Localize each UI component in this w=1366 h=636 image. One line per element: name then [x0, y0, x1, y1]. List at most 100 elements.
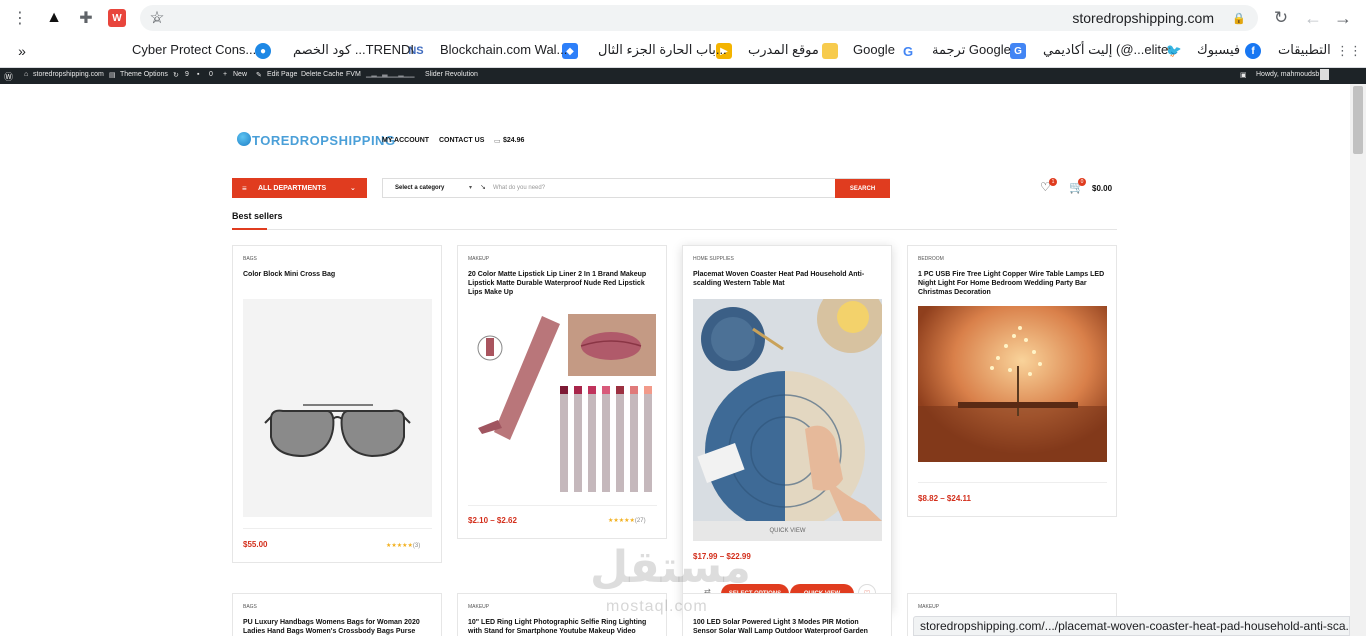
search-form: Select a category ▾ ↘ What do you need? [382, 178, 890, 198]
product-price: $8.82 – $24.11 [918, 494, 971, 503]
wp-pencil-icon: ✎ [256, 72, 262, 79]
extension-a-icon[interactable]: ▲ [44, 8, 64, 28]
cart-total[interactable]: $0.00 [1092, 184, 1112, 193]
bookmark-google[interactable]: Google [853, 42, 895, 57]
product-image[interactable] [468, 310, 657, 500]
product-image[interactable] [918, 306, 1107, 462]
page-scrollbar[interactable] [1350, 84, 1366, 636]
facebook-icon: f [1245, 43, 1261, 59]
product-category[interactable]: HOME SUPPLIES [693, 256, 734, 262]
product-category[interactable]: BEDROOM [918, 256, 944, 262]
extension-w-icon[interactable]: W [108, 9, 126, 27]
wp-delete-cache[interactable]: Delete Cache [301, 71, 343, 78]
category-select[interactable]: Select a category [395, 185, 444, 191]
product-title[interactable]: Color Block Mini Cross Bag [243, 270, 433, 279]
product-price: $2.10 – $2.62 [468, 516, 517, 525]
product-category[interactable]: MAKEUP [918, 604, 939, 610]
wp-new[interactable]: New [233, 71, 247, 78]
bookmark-elite[interactable]: إليت أكاديمي (@...elite [1043, 42, 1168, 58]
reload-icon[interactable]: ↻ [1270, 8, 1292, 28]
search-input[interactable]: What do you need? [493, 185, 545, 191]
wp-admin-bar: Ⓦ ⌂ storedropshipping.com ▤ Theme Option… [0, 68, 1366, 84]
forward-arrow-icon[interactable]: ← [1302, 8, 1324, 28]
product-card[interactable]: BEDROOM 1 PC USB Fire Tree Light Copper … [907, 245, 1117, 517]
bookmark-bab-alhara[interactable]: باب الحارة الجزء الثال... [598, 42, 727, 58]
bookmark-google-translate[interactable]: ترجمة Google [932, 42, 1011, 58]
chevron-down-icon: ⌄ [350, 185, 356, 192]
wp-home-icon: ⌂ [24, 71, 29, 78]
lipstick-tubes [560, 386, 652, 492]
extensions-puzzle-icon[interactable]: ✚ [76, 8, 96, 28]
logo-globe-icon[interactable] [237, 132, 251, 146]
product-title[interactable]: 100 LED Solar Powered Light 3 Modes PIR … [693, 618, 883, 636]
product-category[interactable]: BAGS [243, 256, 257, 262]
section-title[interactable]: Best sellers [232, 211, 283, 221]
url-text: storedropshipping.com [1072, 10, 1214, 26]
product-category[interactable]: MAKEUP [468, 256, 489, 262]
apps-grid-icon[interactable]: ⋮⋮ [1336, 42, 1362, 60]
select-caret-icon: ▾ [469, 185, 473, 191]
card-divider [918, 482, 1107, 483]
product-title[interactable]: 10" LED Ring Light Photographic Selfie R… [468, 618, 658, 636]
product-title[interactable]: 20 Color Matte Lipstick Lip Liner 2 In 1… [468, 270, 658, 297]
search-button[interactable]: SEARCH [835, 179, 890, 198]
more-bookmarks-chevron-icon[interactable]: » [14, 43, 30, 59]
site-logo[interactable]: TOREDROPSHIPPING [252, 133, 396, 148]
product-image[interactable] [243, 299, 432, 517]
page-content: TOREDROPSHIPPING MY ACCOUNT CONTACT US ▭… [0, 84, 1350, 636]
bookmark-apps[interactable]: التطبيقات [1278, 42, 1331, 58]
nav-contact-us[interactable]: CONTACT US [439, 137, 484, 144]
wp-comments-count[interactable]: 0 [209, 71, 213, 78]
address-bar[interactable]: ⌕ storedropshipping.com 🔒 [140, 5, 1258, 31]
google-translate-icon: G [1010, 43, 1026, 59]
wp-avatar[interactable] [1320, 69, 1329, 80]
mini-cart-icon: ▭ [494, 138, 501, 145]
product-title[interactable]: Placemat Woven Coaster Heat Pad Househol… [693, 270, 883, 288]
product-card[interactable]: MAKEUP 20 Color Matte Lipstick Lip Liner… [457, 245, 667, 539]
rating-stars-value: ★★★★★ [386, 543, 413, 549]
departments-label: ALL DEPARTMENTS [258, 185, 327, 192]
review-count[interactable]: (27) [635, 518, 646, 524]
wp-slider-revolution[interactable]: Slider Revolution [425, 71, 478, 78]
review-count[interactable]: (3) [413, 543, 420, 549]
wp-howdy[interactable]: Howdy, mahmoudsb [1256, 71, 1319, 78]
bookmark-facebook[interactable]: فيسبوك [1197, 42, 1240, 58]
wp-updates-count[interactable]: 9 [185, 71, 189, 78]
link-status-bar: storedropshipping.com/.../placemat-woven… [913, 616, 1350, 636]
product-card[interactable]: BAGS Color Block Mini Cross Bag $55.00 ★… [232, 245, 442, 563]
bookmark-star-icon[interactable]: ☆ [146, 8, 168, 28]
rating-stars-value: ★★★★★ [608, 518, 635, 524]
wp-edit-page[interactable]: Edit Page [267, 71, 297, 78]
product-title[interactable]: 1 PC USB Fire Tree Light Copper Wire Tab… [918, 270, 1108, 297]
mini-cart-total[interactable]: $24.96 [503, 137, 524, 144]
bookmark-blockchain[interactable]: Blockchain.com Wal... [440, 42, 567, 57]
section-divider [232, 229, 1117, 230]
product-category[interactable]: BAGS [243, 604, 257, 610]
wordpress-icon[interactable]: Ⓦ [4, 70, 13, 83]
section-title-underline [232, 228, 267, 230]
browser-toolbar: → ← ↻ ⌕ storedropshipping.com 🔒 ☆ W ✚ ▲ … [0, 0, 1366, 36]
menu-kebab-icon[interactable]: ⋮ [10, 8, 30, 28]
wp-fvm[interactable]: FVM [346, 71, 361, 78]
product-card[interactable]: BAGS PU Luxury Handbags Womens Bags for … [232, 593, 442, 636]
watermark-url: mostaql.com [606, 598, 708, 615]
all-departments-button[interactable]: ≡ ALL DEPARTMENTS ⌄ [232, 178, 367, 198]
bookmark-trendi[interactable]: كود الخصم ...TRENDI [293, 42, 414, 58]
quick-view-bar[interactable]: QUICK VIEW [693, 521, 882, 541]
product-category[interactable]: MAKEUP [468, 604, 489, 610]
lock-icon[interactable]: 🔒 [1232, 9, 1246, 27]
bookmark-cyber-protect[interactable]: Cyber Protect Cons... [132, 42, 256, 57]
product-title[interactable]: PU Luxury Handbags Womens Bags for Woman… [243, 618, 433, 636]
wp-theme-options[interactable]: Theme Options [120, 71, 168, 78]
wp-site-link[interactable]: storedropshipping.com [33, 71, 104, 78]
product-image[interactable] [693, 299, 882, 521]
nav-my-account[interactable]: MY ACCOUNT [382, 137, 429, 144]
bookmark-coach-site[interactable]: موقع المدرب [748, 42, 819, 58]
google-icon: G [902, 43, 914, 59]
back-arrow-icon[interactable]: → [1332, 8, 1354, 28]
sunglasses-image [264, 404, 411, 458]
scrollbar-thumb[interactable] [1353, 86, 1363, 154]
product-card[interactable]: 100 LED Solar Powered Light 3 Modes PIR … [682, 593, 892, 636]
cyber-protect-icon: ● [255, 43, 271, 59]
watermark-logo: مستقل [590, 543, 751, 592]
